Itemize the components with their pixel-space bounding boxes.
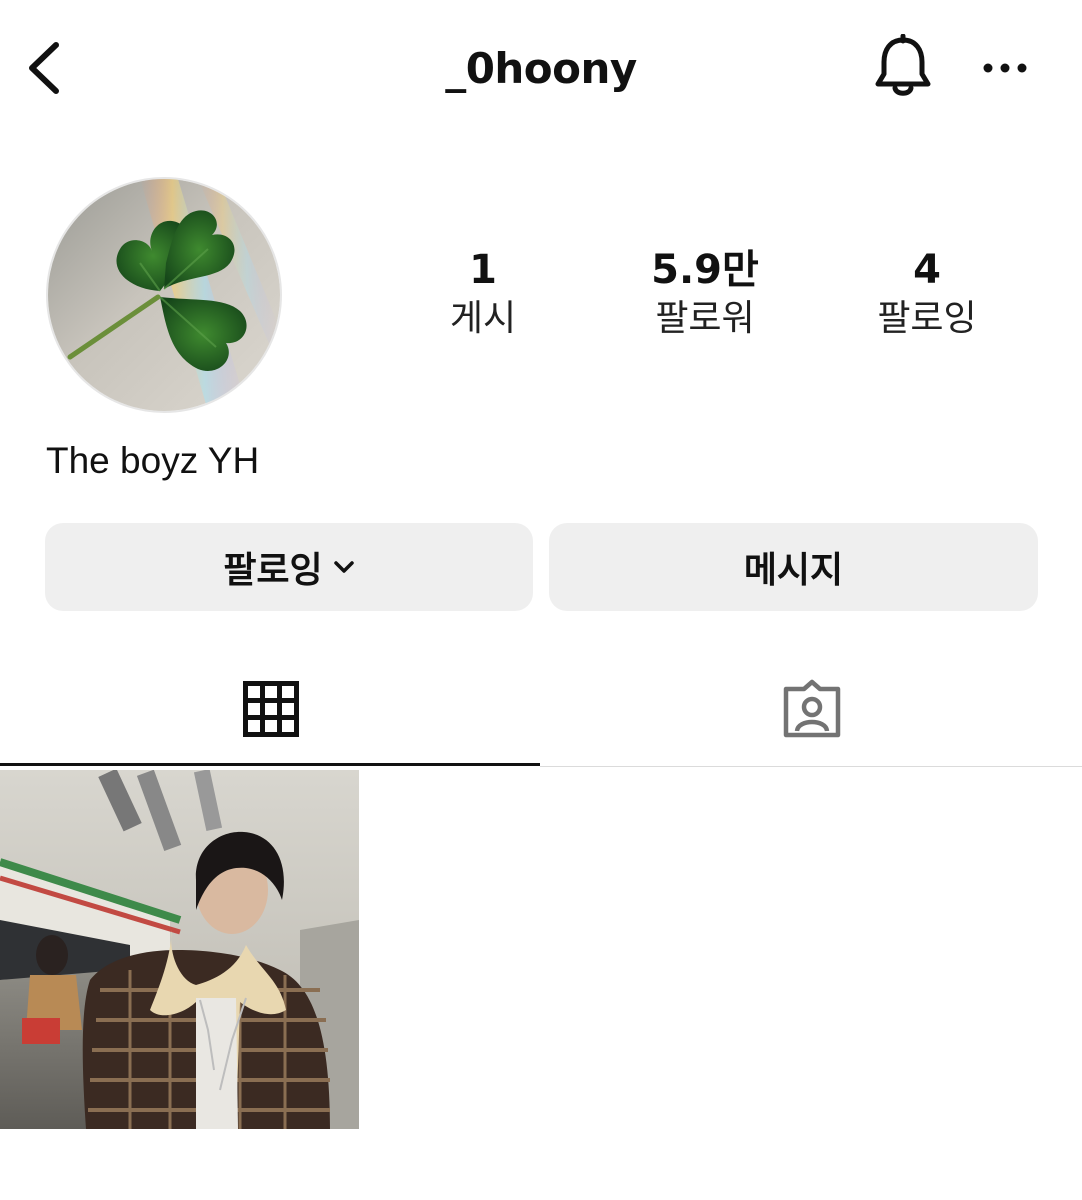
tab-posts-grid[interactable] [0, 650, 541, 768]
chevron-down-icon [333, 560, 355, 574]
stat-posts-label: 게시 [449, 298, 517, 339]
grid-icon [242, 681, 299, 737]
profile-avatar[interactable] [46, 177, 282, 413]
display-name: The boyz YH [46, 440, 260, 481]
tagged-person-icon [783, 679, 840, 738]
following-button[interactable]: 팔로잉 [45, 523, 533, 611]
stat-posts-value: 1 [469, 247, 497, 293]
following-button-label: 팔로잉 [223, 550, 323, 591]
tab-divider [540, 766, 1082, 767]
notifications-button[interactable] [866, 30, 940, 104]
stat-followers[interactable]: 5.9만 팔로워 [605, 244, 805, 342]
clover-photo [48, 179, 280, 411]
tab-active-indicator [0, 763, 540, 766]
tab-tagged[interactable] [541, 650, 1082, 768]
stat-followers-label: 팔로워 [655, 298, 755, 339]
stat-following-label: 팔로잉 [877, 298, 977, 339]
stat-following-value: 4 [913, 247, 941, 293]
message-button[interactable]: 메시지 [549, 523, 1038, 611]
bell-icon [875, 34, 931, 96]
post-thumbnail[interactable] [0, 770, 359, 1129]
more-options-button[interactable] [970, 40, 1040, 96]
stat-followers-value: 5.9만 [651, 247, 759, 293]
stat-posts[interactable]: 1 게시 [383, 244, 583, 342]
more-horizontal-icon [983, 63, 1027, 73]
stat-following[interactable]: 4 팔로잉 [827, 244, 1027, 342]
post-photo [0, 770, 359, 1129]
message-button-label: 메시지 [743, 550, 844, 591]
